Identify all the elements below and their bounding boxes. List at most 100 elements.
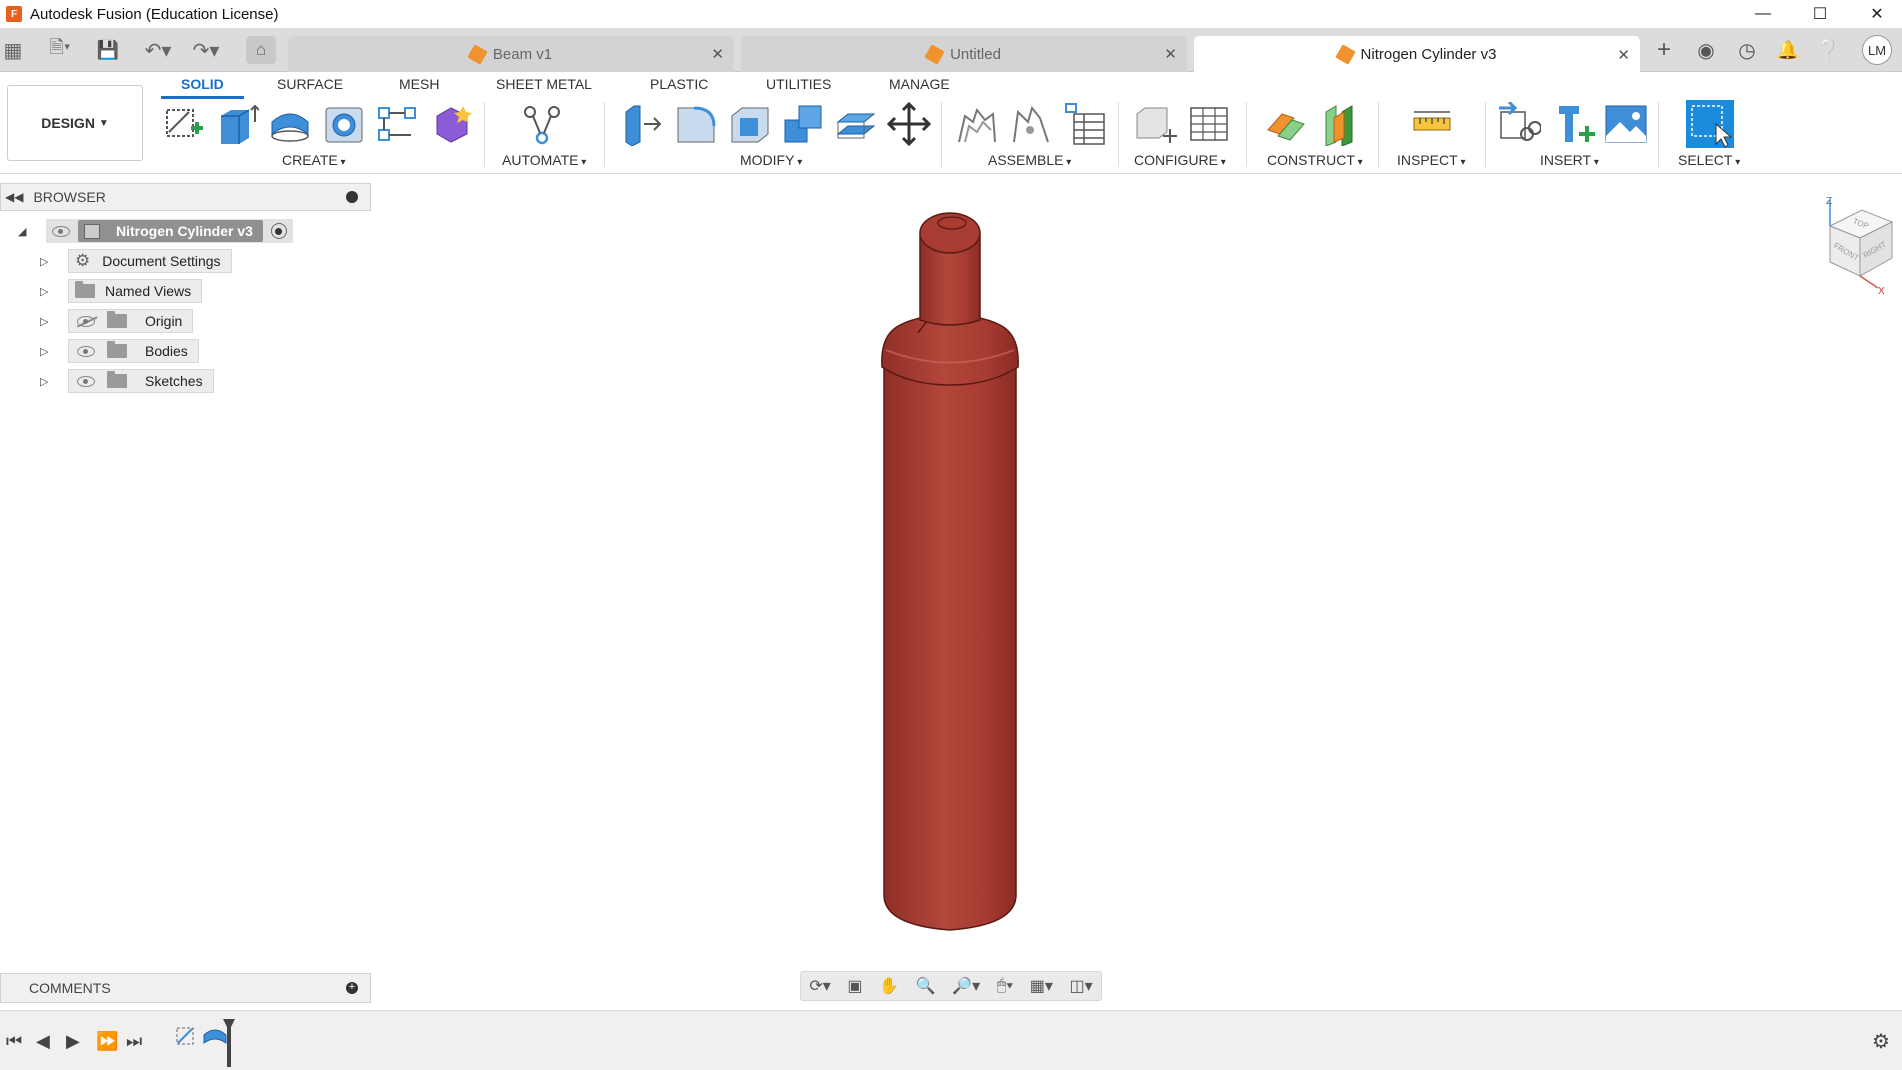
expand-triangle-icon[interactable]: ▷ [40,345,54,358]
workspace-switcher-button[interactable]: DESIGN ▼ [7,85,143,161]
revolve-icon[interactable] [268,102,312,146]
timeline-sketch-feature-icon[interactable] [174,1025,198,1049]
combine-icon[interactable] [781,102,825,146]
hidden-eye-icon[interactable] [77,315,95,327]
browser-item-bodies[interactable]: ▷ Bodies [40,338,199,364]
tab-utilities[interactable]: UTILITIES [766,76,831,92]
configuration-table-icon[interactable] [1187,102,1231,146]
look-at-icon[interactable]: ▣ [847,976,862,996]
file-menu-icon[interactable]: 🗎▾ [40,36,80,64]
visibility-eye-icon[interactable] [77,345,95,357]
press-pull-icon[interactable] [620,102,664,146]
redo-icon[interactable]: ↷▾ [186,36,226,64]
expand-triangle-icon[interactable]: ▷ [40,315,54,328]
move-copy-icon[interactable] [887,102,931,146]
step-back-icon[interactable]: ◀ [36,1031,50,1052]
configure-group-label[interactable]: CONFIGURE [1134,152,1226,168]
home-icon[interactable]: ⌂ [246,36,276,64]
select-tool-icon[interactable] [1686,100,1734,148]
tab-beam-v1[interactable]: Beam v1 ✕ [288,36,734,72]
nitrogen-cylinder-model[interactable] [860,205,1040,935]
pan-hand-icon[interactable]: ✋ [879,976,899,996]
configure-component-icon[interactable] [1133,102,1177,146]
timeline-marker-handle[interactable] [222,1019,236,1069]
measure-icon[interactable] [1410,102,1454,146]
play-icon[interactable]: ▶ [66,1031,80,1052]
viewports-icon[interactable]: ◫▾ [1070,976,1093,996]
close-tab-icon[interactable]: ✕ [1164,45,1177,63]
browser-item-document-settings[interactable]: ▷ ⚙ Document Settings [40,248,232,274]
add-comment-icon[interactable]: + [346,982,358,994]
visibility-eye-icon[interactable] [52,225,70,237]
bill-of-materials-icon[interactable] [1062,102,1106,146]
tab-nitrogen-cylinder-v3[interactable]: Nitrogen Cylinder v3 ✕ [1194,36,1640,73]
tab-untitled[interactable]: Untitled ✕ [741,36,1187,72]
visibility-eye-icon[interactable] [77,375,95,387]
browser-item-origin[interactable]: ▷ Origin [40,308,194,334]
save-icon[interactable]: 💾 [96,36,120,64]
close-tab-icon[interactable]: ✕ [711,45,724,63]
activate-component-icon[interactable] [270,223,287,239]
expand-triangle-icon[interactable]: ◢ [18,225,32,238]
offset-face-icon[interactable] [834,102,878,146]
pattern-icon[interactable] [375,102,419,146]
job-status-icon[interactable]: ◷ [1733,36,1761,64]
tab-plastic[interactable]: PLASTIC [650,76,708,92]
go-to-end-icon[interactable]: ⏭ [126,1031,142,1052]
new-component-icon[interactable] [955,102,999,146]
help-icon[interactable]: ❔ [1814,36,1842,64]
new-tab-icon[interactable]: + [1650,36,1678,64]
user-avatar[interactable]: LM [1862,35,1892,65]
automate-icon[interactable] [520,102,564,146]
create-form-icon[interactable] [429,102,473,146]
zoom-icon[interactable]: 🔍 [916,976,936,996]
canvas-image-icon[interactable] [1604,102,1648,146]
extrude-icon[interactable] [215,102,259,146]
create-sketch-icon[interactable] [161,102,205,146]
fillet-icon[interactable] [674,102,718,146]
notifications-bell-icon[interactable]: 🔔 [1774,36,1802,64]
expand-triangle-icon[interactable]: ▷ [40,285,54,298]
minimize-button[interactable]: — [1740,0,1786,28]
view-cube[interactable]: TOP FRONT RIGHT Z X [1800,196,1900,296]
tab-sheet-metal[interactable]: SHEET METAL [496,76,592,92]
tab-surface[interactable]: SURFACE [277,76,343,92]
expand-triangle-icon[interactable]: ▷ [40,255,54,268]
maximize-button[interactable]: ☐ [1797,0,1843,28]
browser-item-named-views[interactable]: ▷ Named Views [40,278,203,304]
close-tab-icon[interactable]: ✕ [1617,46,1630,64]
close-window-button[interactable]: ✕ [1854,0,1900,28]
midplane-icon[interactable] [1318,102,1362,146]
automate-group-label[interactable]: AUTOMATE [502,152,586,168]
browser-minimize-icon[interactable] [346,191,358,203]
step-forward-icon[interactable]: ⏩ [96,1031,118,1052]
tab-solid[interactable]: SOLID [161,76,244,99]
expand-triangle-icon[interactable]: ▷ [40,375,54,388]
insert-mcmaster-icon[interactable] [1551,102,1595,146]
undo-icon[interactable]: ↶▾ [138,36,178,64]
tab-manage[interactable]: MANAGE [889,76,950,92]
shell-icon[interactable] [728,102,772,146]
insert-derive-icon[interactable] [1497,102,1541,146]
select-group-label[interactable]: SELECT [1678,152,1740,168]
assemble-group-label[interactable]: ASSEMBLE [988,152,1071,168]
fit-zoom-icon[interactable]: 🔎▾ [952,976,980,996]
tab-mesh[interactable]: MESH [399,76,439,92]
hole-icon[interactable] [322,102,366,146]
browser-root-item[interactable]: ◢ Nitrogen Cylinder v3 [18,218,293,244]
timeline-settings-gear-icon[interactable]: ⚙ [1872,1029,1890,1054]
offset-plane-icon[interactable] [1264,102,1308,146]
extensions-icon[interactable]: ◉ [1692,36,1720,64]
modify-group-label[interactable]: MODIFY [740,152,802,168]
app-grid-icon[interactable]: ▦ [2,36,24,64]
inspect-group-label[interactable]: INSPECT [1397,152,1466,168]
collapse-panel-icon[interactable]: ◀◀ [5,190,23,204]
orbit-icon[interactable]: ⟳▾ [809,976,830,996]
insert-group-label[interactable]: INSERT [1540,152,1599,168]
browser-item-sketches[interactable]: ▷ Sketches [40,368,214,394]
go-to-start-icon[interactable]: ⏮ [6,1031,22,1052]
grid-settings-icon[interactable]: ▦▾ [1030,976,1053,996]
joint-icon[interactable] [1008,102,1052,146]
construct-group-label[interactable]: CONSTRUCT [1267,152,1363,168]
create-group-label[interactable]: CREATE [282,152,346,168]
